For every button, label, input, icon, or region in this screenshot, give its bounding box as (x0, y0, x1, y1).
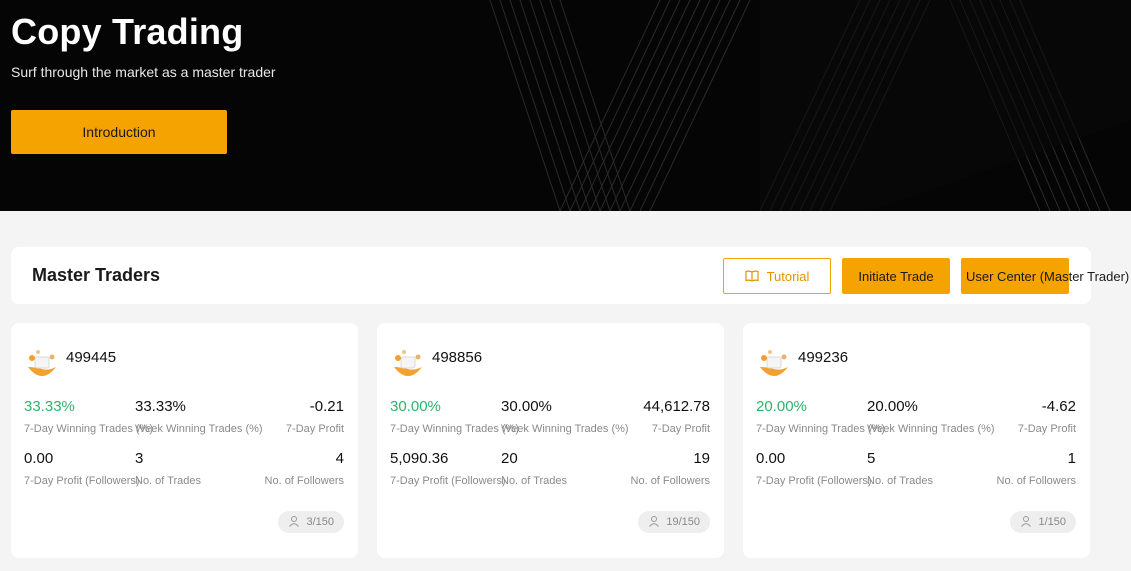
user-icon (648, 515, 660, 530)
followers-value: 1 (1067, 450, 1076, 467)
profit-label: 7-Day Profit (651, 423, 710, 435)
trader-card[interactable]: 499445 33.33% 7-Day Winning Trades (%) 3… (11, 323, 358, 558)
user-icon (288, 515, 300, 530)
trader-id: 498856 (432, 349, 483, 366)
trader-id: 499445 (66, 349, 117, 366)
week-win-value: 33.33% (135, 398, 186, 415)
followers-label: No. of Followers (630, 475, 710, 487)
week-win-label: Week Winning Trades (%) (501, 423, 629, 435)
trader-id: 499236 (798, 349, 849, 366)
capacity-text: 19/150 (666, 516, 700, 528)
capacity-badge: 1/150 (1010, 511, 1076, 533)
follower-profit-value: 5,090.36 (390, 450, 449, 467)
trader-card[interactable]: 498856 30.00% 7-Day Winning Trades (%) 3… (377, 323, 724, 558)
trades-label: No. of Trades (867, 475, 934, 487)
profit-value: -0.21 (309, 398, 344, 415)
user-icon (1020, 515, 1032, 530)
profit-label: 7-Day Profit (1017, 423, 1076, 435)
trader-avatar-icon (24, 345, 60, 381)
win-rate-label: 7-Day Winning Trades (%) (24, 423, 153, 435)
week-win-value: 20.00% (867, 398, 918, 415)
follower-profit-label: 7-Day Profit (Followers) (390, 475, 506, 487)
page-subtitle: Surf through the market as a master trad… (11, 64, 276, 80)
profit-label: 7-Day Profit (285, 423, 344, 435)
follower-profit-value: 0.00 (24, 450, 54, 467)
trades-value: 3 (135, 450, 144, 467)
trader-avatar-icon (390, 345, 426, 381)
week-win-label: Week Winning Trades (%) (867, 423, 995, 435)
followers-label: No. of Followers (264, 475, 344, 487)
win-rate-value: 30.00% (390, 398, 441, 415)
week-win-value: 30.00% (501, 398, 552, 415)
section-title: Master Traders (32, 265, 161, 285)
trader-card[interactable]: 499236 20.00% 7-Day Winning Trades (%) 2… (743, 323, 1090, 558)
win-rate-label: 7-Day Winning Trades (%) (756, 423, 885, 435)
trades-label: No. of Trades (135, 475, 202, 487)
trader-avatar-icon (756, 345, 792, 381)
trades-label: No. of Trades (501, 475, 568, 487)
initiate-trade-button[interactable]: Initiate Trade (842, 258, 950, 294)
follower-profit-label: 7-Day Profit (Followers) (24, 475, 140, 487)
win-rate-value: 33.33% (24, 398, 75, 415)
profit-value: -4.62 (1041, 398, 1076, 415)
capacity-badge: 19/150 (638, 511, 710, 533)
trades-value: 20 (501, 450, 518, 467)
capacity-text: 3/150 (306, 516, 334, 528)
book-icon (744, 270, 759, 282)
user-center-button[interactable]: User Center (Master Trader) (961, 258, 1129, 294)
followers-value: 4 (335, 450, 344, 467)
master-traders-header: Master Traders Tutorial Initiate Trade U… (11, 247, 1129, 304)
introduction-button[interactable]: Introduction (11, 110, 227, 154)
hero-banner: Copy Trading Surf through the market as … (0, 0, 1131, 211)
followers-label: No. of Followers (996, 475, 1076, 487)
follower-profit-value: 0.00 (756, 450, 786, 467)
trades-value: 5 (867, 450, 876, 467)
week-win-label: Week Winning Trades (%) (135, 423, 263, 435)
profit-value: 44,612.78 (643, 398, 710, 415)
tutorial-label: Tutorial (766, 268, 810, 284)
capacity-text: 1/150 (1038, 516, 1066, 528)
tutorial-button[interactable]: Tutorial (723, 258, 831, 294)
page-title: Copy Trading (11, 11, 244, 52)
capacity-badge: 3/150 (278, 511, 344, 533)
win-rate-value: 20.00% (756, 398, 807, 415)
win-rate-label: 7-Day Winning Trades (%) (390, 423, 519, 435)
follower-profit-label: 7-Day Profit (Followers) (756, 475, 872, 487)
followers-value: 19 (693, 450, 710, 467)
